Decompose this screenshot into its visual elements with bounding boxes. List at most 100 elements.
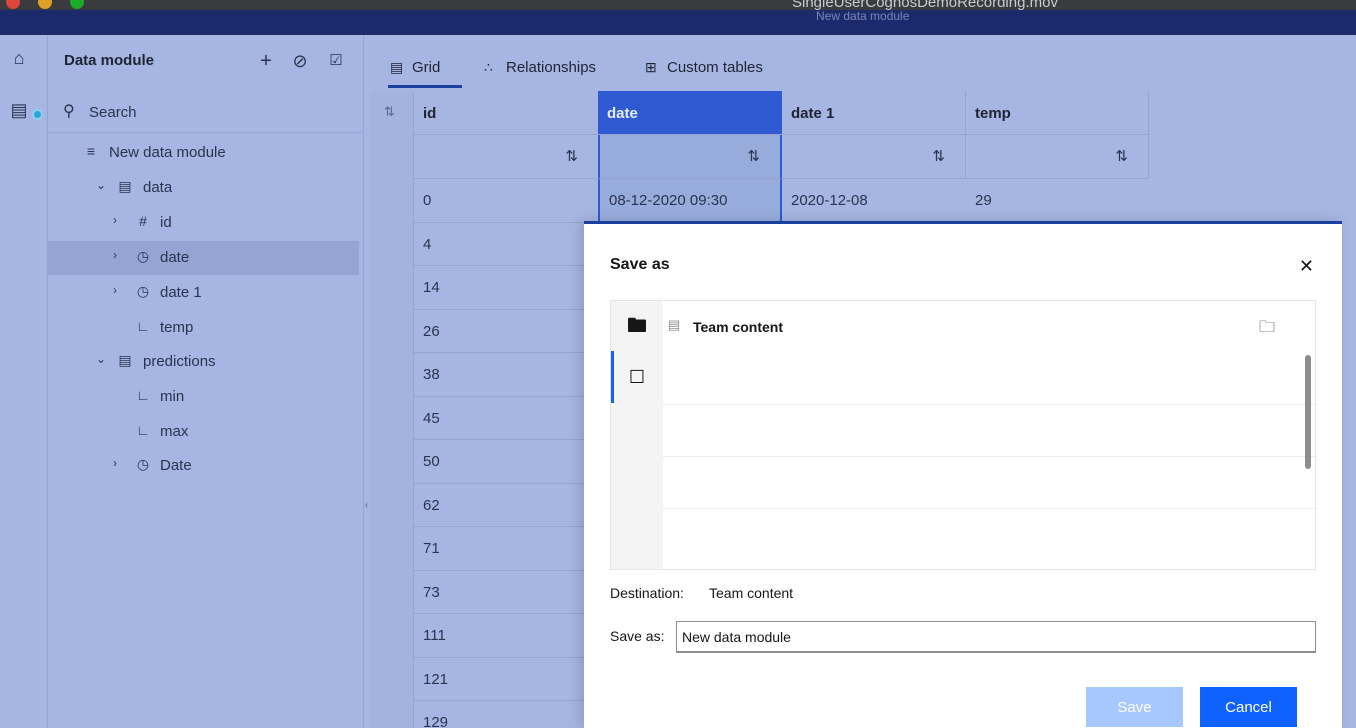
table-cell: 71 xyxy=(414,527,598,571)
tree-item-id[interactable]: › # id xyxy=(48,206,359,240)
tab-relationships[interactable]: ∴ Relationships xyxy=(484,59,596,89)
tree-item-data[interactable]: ⌄ ▤ data xyxy=(48,171,359,205)
add-icon[interactable]: + xyxy=(255,50,277,72)
clock-icon: ◷ xyxy=(136,248,150,264)
chevron-down-icon[interactable]: ⌄ xyxy=(96,178,106,192)
home-icon[interactable]: ⌂ xyxy=(8,47,30,69)
scrollbar[interactable] xyxy=(1305,355,1311,469)
new-folder-icon[interactable]: 🗀 xyxy=(1259,316,1275,343)
measure-icon: ∟ xyxy=(136,422,150,438)
active-location-indicator xyxy=(611,351,614,403)
table-cell: 26 xyxy=(414,310,598,353)
location-sidebar: 🖿 ☐ xyxy=(611,301,663,569)
sort-icon[interactable]: ⇅ xyxy=(384,104,395,120)
sort-icon[interactable]: ⇅ xyxy=(782,135,966,179)
table-cell: 73 xyxy=(414,571,598,614)
tree-item-label: id xyxy=(160,214,172,231)
tree-item-label: New data module xyxy=(109,144,226,161)
folder-content: ▤ Team content 🗀 xyxy=(663,301,1315,569)
left-rail: ⌂ ▤ xyxy=(0,35,48,728)
data-sources-icon[interactable]: ▤ xyxy=(8,99,30,121)
tab-label: Custom tables xyxy=(667,59,763,76)
sort-icon[interactable]: ⇅ xyxy=(598,135,782,179)
table-cell: 50 xyxy=(414,440,598,484)
save-button[interactable]: Save xyxy=(1086,687,1183,727)
column-id[interactable]: id ⇅ 0 4 14 26 38 45 50 62 71 73 111 121… xyxy=(414,91,598,728)
tree-item-label: temp xyxy=(160,319,194,336)
grid-icon: ▤ xyxy=(390,59,404,75)
close-icon[interactable]: ✕ xyxy=(1299,256,1314,277)
splitter-handle-icon[interactable]: ‹ xyxy=(365,500,368,511)
module-title: New data module xyxy=(816,9,910,23)
folder-browser: 🖿 ☐ ▤ Team content 🗀 xyxy=(610,300,1316,570)
panel-title: Data module xyxy=(64,52,155,69)
close-window-button[interactable] xyxy=(6,0,20,9)
clock-icon: ◷ xyxy=(136,456,150,472)
table-cell: 4 xyxy=(414,223,598,266)
search-input[interactable]: Search xyxy=(89,104,137,121)
save-as-input[interactable] xyxy=(676,621,1316,653)
sort-icon[interactable]: ⇅ xyxy=(414,135,598,179)
chevron-right-icon[interactable]: › xyxy=(113,213,117,227)
panel-splitter[interactable]: ‹ xyxy=(363,35,371,728)
table-icon: ▤ xyxy=(118,178,132,194)
my-content-icon[interactable]: ☐ xyxy=(624,364,650,390)
sort-icon[interactable]: ⇅ xyxy=(966,135,1149,179)
chevron-right-icon[interactable]: › xyxy=(113,283,117,297)
table-cell: 121 xyxy=(414,658,598,701)
tree-item-label: max xyxy=(160,423,189,440)
tree-item-max[interactable]: ∟ max xyxy=(48,415,359,449)
tree-item-predictions[interactable]: ⌄ ▤ predictions xyxy=(48,345,359,379)
destination-label: Destination: xyxy=(610,585,684,601)
search-icon: ⚲ xyxy=(63,103,75,120)
table-cell: 2020-12-08 xyxy=(782,179,966,223)
table-cell: 45 xyxy=(414,397,598,440)
table-cell: 62 xyxy=(414,484,598,527)
minimize-window-button[interactable] xyxy=(38,0,52,9)
column-header-id[interactable]: id xyxy=(414,91,598,135)
tree-item-label: data xyxy=(143,179,173,196)
tree-item-label: predictions xyxy=(143,353,216,370)
table-cell: 08-12-2020 09:30 xyxy=(598,179,782,222)
breadcrumb[interactable]: Team content xyxy=(693,319,783,335)
tree-item-label: date 1 xyxy=(160,284,202,301)
team-content-icon: ▤ xyxy=(668,317,681,332)
tree-item-date-1[interactable]: › ◷ date 1 xyxy=(48,276,359,310)
data-module-icon: ≡ xyxy=(86,143,96,159)
chevron-right-icon[interactable]: › xyxy=(113,456,117,470)
tree-item-temp[interactable]: ∟ temp xyxy=(48,311,359,345)
validate-icon[interactable]: ☑ xyxy=(325,50,347,72)
app-header: New data module xyxy=(0,9,1356,35)
cancel-button[interactable]: Cancel xyxy=(1200,687,1297,727)
column-header-date[interactable]: date xyxy=(598,91,782,135)
relink-icon[interactable]: ⊘ xyxy=(289,50,311,72)
tree-item-label: date xyxy=(160,249,190,266)
destination-value: Team content xyxy=(709,585,794,601)
row-divider xyxy=(663,404,1315,405)
column-header-temp[interactable]: temp xyxy=(966,91,1149,135)
save-as-dialog: Save as ✕ 🖿 ☐ ▤ Team content 🗀 Destinati… xyxy=(584,221,1342,728)
maximize-window-button[interactable] xyxy=(70,0,84,9)
hash-icon: # xyxy=(139,213,147,229)
tree-item-date-predictions[interactable]: › ◷ Date xyxy=(48,449,359,483)
tab-label: Grid xyxy=(412,59,441,76)
table-cell: 38 xyxy=(414,353,598,397)
row-header-column: ⇅ xyxy=(371,91,414,728)
chevron-right-icon[interactable]: › xyxy=(113,248,117,262)
view-tabs: ▤ Grid ∴ Relationships ⊞ Custom tables xyxy=(371,35,1356,91)
search-box[interactable]: ⚲ Search xyxy=(48,93,363,133)
tree-item-min[interactable]: ∟ min xyxy=(48,380,359,414)
save-as-label: Save as: xyxy=(610,628,665,644)
custom-table-icon: ⊞ xyxy=(645,59,657,75)
clock-icon: ◷ xyxy=(136,283,150,299)
row-divider xyxy=(663,456,1315,457)
tree-item-new-data-module[interactable]: ≡ New data module xyxy=(48,136,359,170)
tree-item-date[interactable]: › ◷ date xyxy=(48,241,359,275)
dialog-title: Save as xyxy=(610,256,670,273)
table-cell: 29 xyxy=(966,179,1149,223)
folder-icon[interactable]: 🖿 xyxy=(624,313,650,339)
column-header-date-1[interactable]: date 1 xyxy=(782,91,966,135)
tab-custom-tables[interactable]: ⊞ Custom tables xyxy=(645,59,763,89)
tree-item-label: Date xyxy=(160,457,192,474)
chevron-down-icon[interactable]: ⌄ xyxy=(96,352,106,366)
